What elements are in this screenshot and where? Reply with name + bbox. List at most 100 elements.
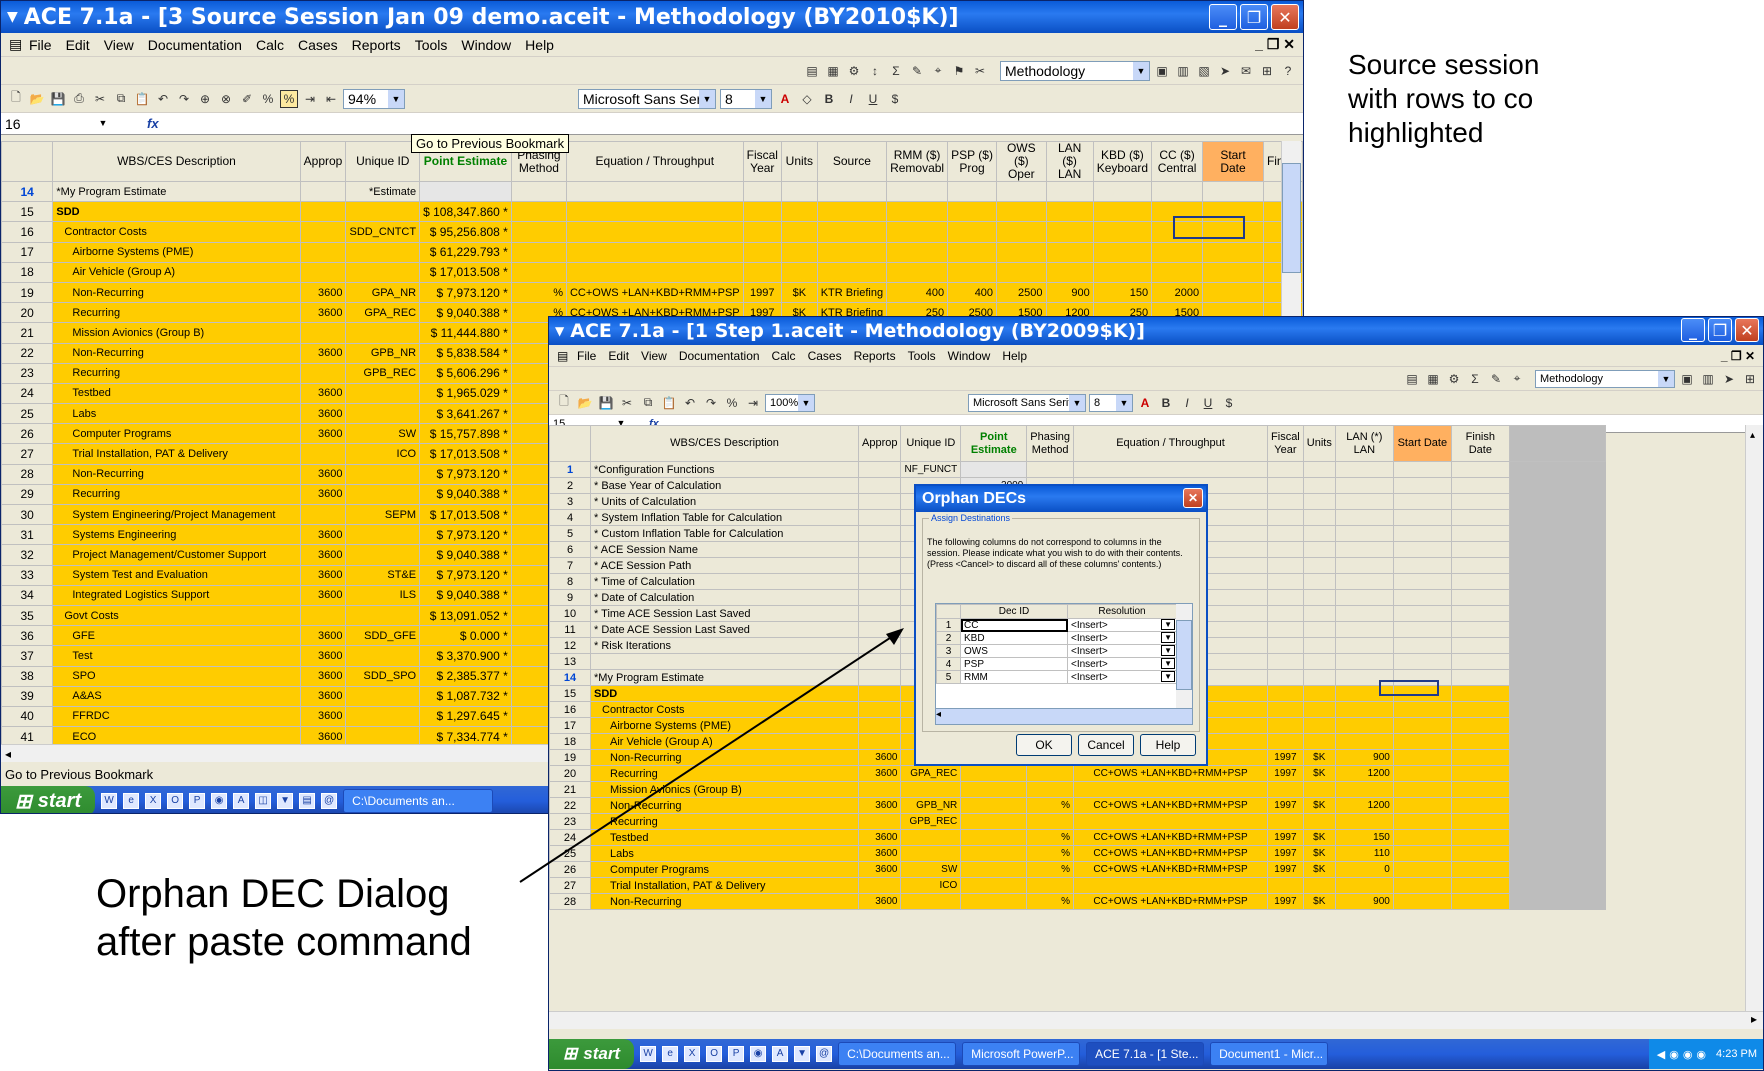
underline-icon[interactable]: U	[1199, 394, 1217, 412]
cell-d[interactable]: Testbed	[590, 829, 859, 846]
cell-p[interactable]: $ 5,606.296 *	[419, 362, 512, 384]
cell-start-date[interactable]	[1392, 477, 1452, 494]
column-header[interactable]: PSP ($) Prog	[947, 141, 998, 182]
quicklaunch-icon[interactable]: @	[321, 793, 338, 809]
chevron-up-icon[interactable]: ▴	[1746, 430, 1755, 441]
cell-p[interactable]: $ 95,256.808 *	[419, 221, 512, 243]
cell-start-date[interactable]	[1392, 493, 1452, 510]
cell-d[interactable]: * ACE Session Name	[590, 541, 859, 558]
quicklaunch-icon[interactable]: ◉	[211, 793, 228, 809]
cell-d[interactable]: * ACE Session Path	[590, 557, 859, 574]
toolbar-icon[interactable]: Σ	[1466, 370, 1484, 388]
cell-u[interactable]: SW	[345, 423, 421, 445]
cell-u[interactable]	[345, 403, 421, 425]
cell-psp[interactable]	[947, 180, 998, 203]
column-header[interactable]: LAN (*) LAN	[1334, 425, 1394, 462]
cell-eq[interactable]	[1073, 877, 1269, 894]
row-number[interactable]: 21	[549, 781, 591, 798]
cell-eq[interactable]	[1073, 461, 1269, 478]
cell-p[interactable]: $ 17,013.508 *	[419, 261, 512, 283]
cell-ph[interactable]: %	[1026, 829, 1075, 846]
cell-u[interactable]	[900, 845, 962, 862]
cell-d[interactable]: * Date ACE Session Last Saved	[590, 621, 859, 638]
help-button[interactable]: Help	[1140, 734, 1196, 756]
taskbar-item-documents[interactable]: C:\Documents an...	[838, 1042, 957, 1066]
font-color-icon[interactable]: A	[1136, 394, 1154, 412]
row-number[interactable]: 18	[1, 261, 54, 283]
cell-start-date[interactable]	[1392, 573, 1452, 590]
table-row[interactable]: 22 Non-Recurring 3600 GPB_NR% CC+OWS +LAN+KB…	[549, 797, 1606, 814]
cell-d[interactable]: * Date of Calculation	[590, 589, 859, 606]
cell-un[interactable]	[1302, 685, 1336, 702]
table-row[interactable]: 23 Recurring GPB_REC	[549, 813, 1606, 830]
cell-d[interactable]: *My Program Estimate	[590, 669, 859, 686]
cell-eq[interactable]	[565, 201, 744, 223]
cell-a[interactable]	[857, 813, 902, 830]
column-header[interactable]: Source	[816, 141, 888, 182]
cell-un[interactable]	[1302, 525, 1336, 542]
cell-finish-date[interactable]	[1450, 861, 1510, 878]
cell-rmm[interactable]	[886, 201, 949, 223]
cell-a[interactable]	[857, 461, 902, 478]
toolbar-icon[interactable]: ▤	[1403, 370, 1421, 388]
cell-a[interactable]: 3600	[857, 861, 902, 878]
cell-a[interactable]: 3600	[299, 302, 347, 324]
cell-finish-date[interactable]	[1450, 589, 1510, 606]
cell-u[interactable]: GPA_REC	[900, 765, 962, 782]
cell-u[interactable]: GPB_REC	[345, 362, 421, 384]
cell-u[interactable]: ILS	[345, 584, 421, 606]
cell-ph[interactable]: %	[1026, 893, 1075, 910]
menu-item-window[interactable]: Window	[948, 349, 991, 363]
currency-icon[interactable]: $	[886, 90, 904, 108]
cell-a[interactable]	[299, 362, 347, 384]
cell-un[interactable]: $K	[1302, 829, 1336, 846]
column-header[interactable]: Units	[1302, 425, 1336, 462]
cell-d[interactable]: Non-Recurring	[52, 342, 301, 364]
table-row[interactable]: 26 Computer Programs 3600 SW% CC+OWS +LAN+KB…	[549, 861, 1606, 878]
column-header[interactable]: WBS/CES Description	[590, 425, 859, 462]
cell-eq[interactable]	[565, 261, 744, 283]
cell-finish-date[interactable]	[1450, 477, 1510, 494]
chevron-down-icon[interactable]: ▼	[1161, 632, 1175, 643]
quicklaunch-icon[interactable]: ▤	[299, 793, 316, 809]
cell-d[interactable]: Airborne Systems (PME)	[52, 241, 301, 263]
restore-icon[interactable]: ❐	[1708, 318, 1732, 342]
cell-d[interactable]: SPO	[52, 665, 301, 687]
cell-cc[interactable]	[1151, 261, 1204, 283]
menu-item-help[interactable]: Help	[1002, 349, 1027, 363]
cell-finish-date[interactable]	[1450, 813, 1510, 830]
cell-finish-date[interactable]	[1450, 653, 1510, 670]
table-row[interactable]: 14 *My Program Estimate *Estimate	[1, 180, 1303, 203]
toolbar-icon[interactable]: ✎	[1487, 370, 1505, 388]
cell-finish-date[interactable]	[1450, 669, 1510, 686]
italic-icon[interactable]: I	[842, 90, 860, 108]
cell-psp[interactable]: 400	[947, 281, 998, 304]
cell-start-date[interactable]	[1202, 261, 1264, 283]
cell-kbd[interactable]	[1092, 261, 1153, 283]
cell-finish-date[interactable]	[1450, 541, 1510, 558]
row-number[interactable]: 15	[1, 201, 54, 223]
cell-fy[interactable]	[742, 241, 782, 263]
taskbar-item-documents[interactable]: C:\Documents an...	[343, 789, 494, 813]
cell-d[interactable]: System Engineering/Project Management	[52, 503, 301, 526]
cell-u[interactable]	[900, 893, 962, 910]
minimize-icon[interactable]: _	[1681, 318, 1705, 342]
cell-start-date[interactable]	[1392, 637, 1452, 654]
cell-lan[interactable]: 900	[1334, 749, 1394, 766]
table-row[interactable]: 19 Non-Recurring 3600 GPA_NR $ 7,973.120 *% C…	[1, 281, 1303, 304]
row-number[interactable]: 12	[549, 637, 591, 654]
underline-icon[interactable]: U	[864, 90, 882, 108]
cell-u[interactable]	[900, 829, 962, 846]
tray-icon[interactable]: ◉	[1683, 1048, 1693, 1061]
cell-a[interactable]: 3600	[857, 765, 902, 782]
new-icon[interactable]: 🗋	[7, 90, 25, 108]
cell-u[interactable]: ICO	[345, 443, 421, 465]
source-title-bar[interactable]: ▼ ACE 7.1a - [3 Source Session Jan 09 de…	[1, 1, 1303, 33]
cell-ph[interactable]: %	[1026, 797, 1075, 814]
cell-fy[interactable]	[1267, 589, 1304, 606]
cell-p[interactable]: $ 9,040.388 *	[419, 483, 512, 506]
cell-rmm[interactable]	[886, 261, 949, 283]
cell-start-date[interactable]	[1202, 281, 1264, 304]
row-number[interactable]: 34	[1, 584, 54, 606]
fill-color-icon[interactable]: ◇	[798, 90, 816, 108]
